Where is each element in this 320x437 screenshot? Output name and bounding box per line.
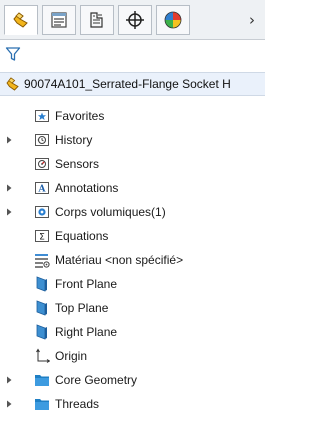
solid-bodies-folder-icon xyxy=(34,204,50,220)
tree-item-favorites[interactable]: Favorites xyxy=(0,104,265,127)
tree-item-threads[interactable]: Threads xyxy=(0,392,265,415)
configuration-manager-tab[interactable] xyxy=(80,5,114,35)
color-wheel-icon xyxy=(164,11,182,29)
tree-item-label: Corps volumiques(1) xyxy=(55,204,166,219)
tree-item-label: Favorites xyxy=(55,108,105,123)
part-tree-icon xyxy=(13,12,28,28)
configuration-icon xyxy=(90,12,103,28)
root-part-label: 90074A101_Serrated-Flange Socket H xyxy=(24,77,231,91)
tree-item-label: Annotations xyxy=(55,180,119,195)
tree-item-right-plane[interactable]: Right Plane xyxy=(0,320,265,343)
tree-item-label: Threads xyxy=(55,396,100,411)
expand-arrow-icon[interactable] xyxy=(4,135,14,145)
root-part-node[interactable]: 90074A101_Serrated-Flange Socket H xyxy=(0,72,265,96)
crosshair-icon xyxy=(126,11,144,29)
tree-item-core-geometry[interactable]: Core Geometry xyxy=(0,368,265,391)
tree-item-front-plane[interactable]: Front Plane xyxy=(0,272,265,295)
filter-bar xyxy=(0,41,265,67)
filter-funnel-icon[interactable] xyxy=(5,46,21,62)
tree-item-solid-bodies[interactable]: Corps volumiques(1) xyxy=(0,200,265,223)
tree-item-material[interactable]: Matériau <non spécifié> xyxy=(0,248,265,271)
tree-item-label: Matériau <non spécifié> xyxy=(55,252,184,267)
tree-item-origin[interactable]: Origin xyxy=(0,344,265,367)
dimxpert-manager-tab[interactable] xyxy=(118,5,152,35)
property-manager-tab[interactable] xyxy=(42,5,76,35)
plane-icon xyxy=(34,323,50,340)
tree-item-label: Right Plane xyxy=(55,324,118,339)
tree-item-label: Equations xyxy=(55,228,109,243)
history-folder-icon xyxy=(34,132,50,148)
more-tabs-button[interactable]: › xyxy=(244,9,260,31)
plane-icon xyxy=(34,299,50,316)
part-icon xyxy=(6,77,19,91)
folder-icon xyxy=(34,396,50,412)
tree-item-label: Front Plane xyxy=(55,276,118,291)
tree-item-label: Core Geometry xyxy=(55,372,138,387)
svg-text:A: A xyxy=(38,184,47,194)
tree-item-top-plane[interactable]: Top Plane xyxy=(0,296,265,319)
tree-item-label: Origin xyxy=(55,348,88,363)
feature-manager-tab[interactable] xyxy=(4,5,38,35)
equations-folder-icon: Σ xyxy=(34,228,50,244)
tree-item-sensors[interactable]: Sensors xyxy=(0,152,265,175)
tree-item-label: Top Plane xyxy=(55,300,109,315)
svg-text:Σ: Σ xyxy=(39,232,45,242)
sensors-folder-icon xyxy=(34,156,50,172)
manager-tab-bar: › xyxy=(0,0,265,40)
expand-arrow-icon[interactable] xyxy=(4,207,14,217)
tree-item-history[interactable]: History xyxy=(0,128,265,151)
annotations-folder-icon: A xyxy=(34,180,50,196)
tree-item-label: History xyxy=(55,132,93,147)
tree-item-equations[interactable]: Σ Equations xyxy=(0,224,265,247)
expand-arrow-icon[interactable] xyxy=(4,399,14,409)
expand-arrow-icon[interactable] xyxy=(4,183,14,193)
expand-arrow-icon[interactable] xyxy=(4,375,14,385)
display-manager-tab[interactable] xyxy=(156,5,190,35)
folder-icon xyxy=(34,372,50,388)
property-sheet-icon xyxy=(51,12,67,28)
favorites-folder-icon xyxy=(34,108,50,124)
tree-item-annotations[interactable]: A Annotations xyxy=(0,176,265,199)
origin-icon xyxy=(34,348,50,364)
plane-icon xyxy=(34,275,50,292)
tree-item-label: Sensors xyxy=(55,156,100,171)
material-icon xyxy=(34,252,50,268)
